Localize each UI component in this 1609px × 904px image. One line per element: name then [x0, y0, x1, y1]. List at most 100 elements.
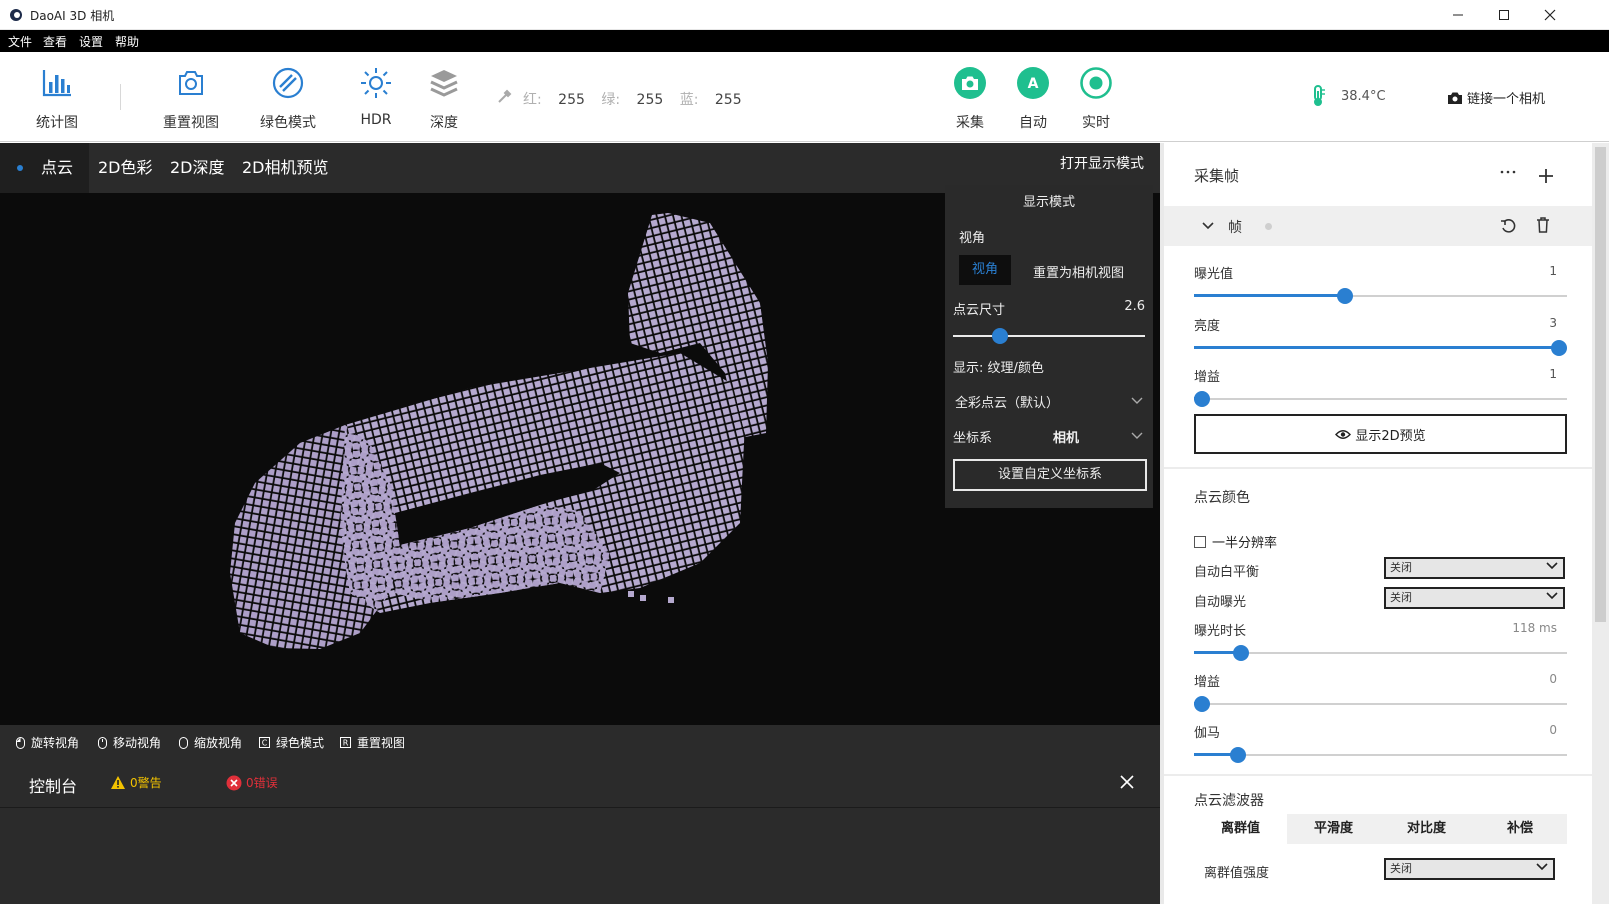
- outlier-strength-label: 离群值强度: [1204, 866, 1270, 881]
- auto-exposure-label: 自动曝光: [1194, 595, 1247, 610]
- small-camera-icon: [1447, 91, 1463, 105]
- settings-panel: 采集帧 帧 曝光值 1 亮度 3 增益 1 显示2D预览 点云颜色 一半分辨率 …: [1160, 143, 1592, 904]
- gain2-slider[interactable]: [1194, 696, 1210, 712]
- svg-text:A: A: [1028, 76, 1039, 92]
- stats-button[interactable]: 统计图: [27, 66, 87, 132]
- trash-icon[interactable]: [1536, 217, 1550, 233]
- scrollbar-thumb[interactable]: [1595, 147, 1606, 622]
- console-output[interactable]: [0, 808, 1160, 904]
- console-title: 控制台: [29, 777, 78, 796]
- menu-view[interactable]: 查看: [43, 33, 67, 50]
- green-mode-hint[interactable]: C 绿色模式: [259, 734, 324, 751]
- gain-slider[interactable]: [1194, 391, 1210, 407]
- warnings-count: 0警告: [130, 776, 162, 790]
- sun-icon: [350, 66, 402, 100]
- auto-exposure-select[interactable]: 关闭: [1384, 587, 1565, 609]
- filter-tab-smooth[interactable]: 平滑度: [1287, 814, 1380, 844]
- rotate-view-hint[interactable]: 旋转视角: [16, 734, 79, 751]
- stats-label: 统计图: [36, 115, 78, 131]
- color-mode-select[interactable]: 全彩点云（默认）: [955, 392, 1059, 411]
- brightness-slider[interactable]: [1551, 340, 1567, 356]
- half-resolution-checkbox[interactable]: 一半分辨率: [1194, 532, 1277, 551]
- auto-button[interactable]: A 自动: [1013, 66, 1053, 132]
- tab-point-cloud[interactable]: 点云: [0, 143, 89, 193]
- console-header: 控制台 0警告 0错误: [0, 758, 1160, 808]
- filter-tab-compensation[interactable]: 补偿: [1473, 814, 1567, 844]
- capture-label: 采集: [956, 115, 984, 131]
- point-size-label: 点云尺寸: [953, 303, 1006, 318]
- green-mode-label: 绿色模式: [260, 115, 316, 131]
- settings-scrollbar[interactable]: [1592, 143, 1609, 904]
- exposure-time-value: 118 ms: [1512, 621, 1557, 635]
- auto-white-balance-value: 关闭: [1390, 561, 1412, 574]
- gain2-track: [1194, 703, 1567, 705]
- exposure-time-slider[interactable]: [1233, 645, 1250, 661]
- maximize-button[interactable]: [1481, 0, 1527, 30]
- hdr-button[interactable]: HDR: [350, 66, 402, 128]
- open-display-mode-button[interactable]: 打开显示模式: [1060, 153, 1144, 173]
- live-button[interactable]: 实时: [1076, 66, 1116, 132]
- errors-filter[interactable]: 0错误: [226, 774, 278, 791]
- app-logo-icon: [9, 8, 23, 22]
- coord-system-label: 坐标系: [953, 431, 993, 446]
- tab-2d-depth[interactable]: 2D深度: [170, 143, 225, 193]
- tab-2d-color[interactable]: 2D色彩: [98, 143, 153, 193]
- error-icon: [226, 775, 242, 791]
- close-window-button[interactable]: [1527, 0, 1573, 30]
- connect-camera-button[interactable]: 链接一个相机: [1447, 88, 1545, 107]
- pan-view-hint[interactable]: 移动视角: [98, 734, 161, 751]
- menu-help[interactable]: 帮助: [115, 33, 139, 50]
- more-options-icon[interactable]: [1500, 169, 1516, 175]
- rotate-view-label: 旋转视角: [31, 736, 80, 750]
- section-divider: [1164, 774, 1592, 776]
- coord-system-select[interactable]: 相机: [1053, 427, 1079, 446]
- filter-tab-contrast[interactable]: 对比度: [1380, 814, 1473, 844]
- menu-file[interactable]: 文件: [8, 33, 32, 50]
- gain-label: 增益: [1194, 370, 1221, 385]
- reset-view-label: 重置视图: [163, 115, 219, 131]
- record-icon: [1076, 66, 1116, 100]
- add-icon[interactable]: [1538, 168, 1554, 184]
- toolbar-divider: [120, 84, 121, 110]
- undo-icon[interactable]: [1500, 218, 1516, 234]
- zoom-view-hint[interactable]: 缩放视角: [179, 734, 242, 751]
- menu-settings[interactable]: 设置: [79, 33, 103, 50]
- display-mode-panel: 显示模式 视角 视角 重置为相机视图 点云尺寸 2.6 显示: 纹理/颜色 全彩…: [945, 185, 1153, 508]
- window-title: DaoAI 3D 相机: [30, 9, 115, 23]
- filter-tab-outlier[interactable]: 离群值: [1194, 814, 1287, 844]
- gain2-label: 增益: [1194, 675, 1221, 690]
- minimize-button[interactable]: [1435, 0, 1481, 30]
- auto-white-balance-select[interactable]: 关闭: [1384, 557, 1565, 579]
- green-mode-button[interactable]: 绿色模式: [252, 66, 324, 132]
- reset-camera-view-button[interactable]: 重置为相机视图: [1033, 262, 1124, 281]
- svg-text:C: C: [262, 739, 268, 748]
- svg-text:R: R: [343, 739, 349, 748]
- view-angle-button[interactable]: 视角: [959, 255, 1011, 285]
- brightness-label: 亮度: [1194, 319, 1221, 334]
- chevron-down-icon: [1536, 863, 1548, 871]
- gamma-slider[interactable]: [1229, 747, 1246, 763]
- close-console-icon[interactable]: [1120, 775, 1134, 789]
- tab-2d-camera-preview[interactable]: 2D相机预览: [242, 143, 329, 193]
- point-size-slider[interactable]: [991, 328, 1008, 344]
- reset-view-button[interactable]: 重置视图: [155, 66, 227, 132]
- show-2d-preview-button[interactable]: 显示2D预览: [1194, 414, 1567, 454]
- depth-button[interactable]: 深度: [418, 66, 470, 132]
- bar-chart-icon: [27, 66, 87, 100]
- gain2-value: 0: [1549, 672, 1557, 686]
- capture-button[interactable]: 采集: [950, 66, 990, 132]
- exposure-slider[interactable]: [1336, 288, 1353, 304]
- chevron-down-icon: [1546, 562, 1558, 570]
- eyedropper-icon[interactable]: [497, 88, 513, 104]
- outlier-strength-select[interactable]: 关闭: [1384, 858, 1555, 880]
- cloud-left-cap: [230, 425, 400, 649]
- red-value: 255: [558, 92, 585, 108]
- frame-row[interactable]: 帧: [1164, 206, 1592, 246]
- set-custom-coord-button[interactable]: 设置自定义坐标系: [953, 459, 1147, 491]
- reset-view-hint[interactable]: R 重置视图: [340, 734, 405, 751]
- eye-icon: [1335, 429, 1352, 440]
- warnings-filter[interactable]: 0警告: [110, 774, 162, 791]
- chevron-down-icon[interactable]: [1202, 222, 1214, 230]
- brightness-value: 3: [1549, 316, 1557, 330]
- chevron-down-icon: [1546, 592, 1558, 600]
